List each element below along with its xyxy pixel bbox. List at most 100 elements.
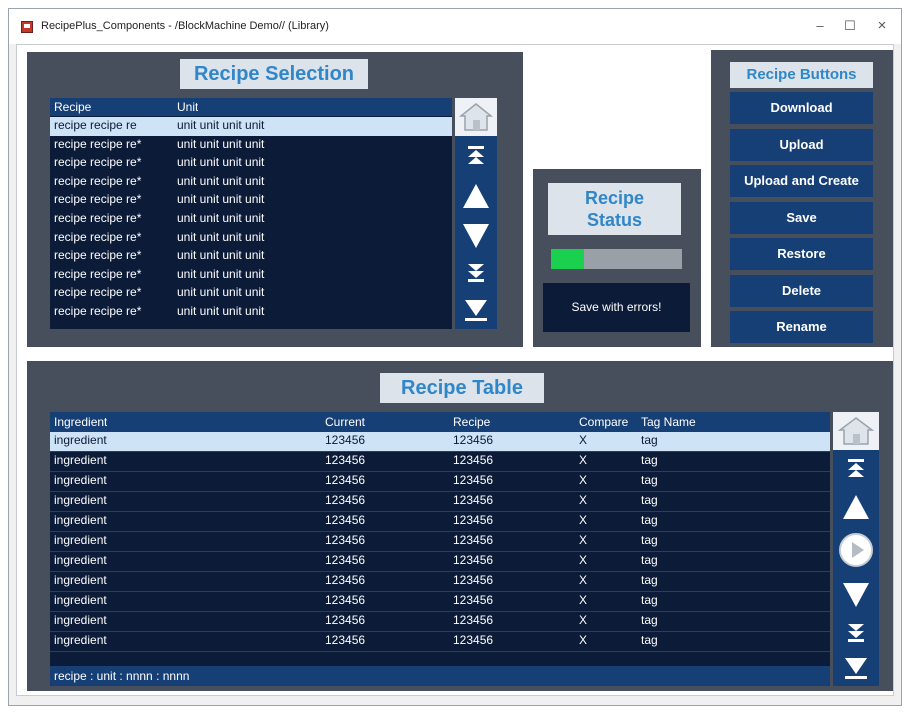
ingredient-cell: ingredient xyxy=(54,553,107,567)
tag-name-cell: tag xyxy=(641,613,658,627)
compare-cell: X xyxy=(579,453,588,467)
current-cell: 123456 xyxy=(325,473,366,487)
home-icon[interactable] xyxy=(455,98,497,136)
recipe-status-title-line1: Recipe xyxy=(584,188,645,208)
current-cell: 123456 xyxy=(325,553,366,567)
recipe-list-row[interactable]: recipe recipe re* unit unit unit unit xyxy=(50,136,452,155)
unit-cell: unit unit unit unit xyxy=(177,266,265,281)
recipe-list-row[interactable]: recipe recipe re* unit unit unit unit xyxy=(50,191,452,210)
recipe-value-cell: 123456 xyxy=(453,593,494,607)
rename-button[interactable]: Rename xyxy=(730,311,873,343)
tag-name-cell: tag xyxy=(641,473,658,487)
table-row[interactable]: ingredient 123456 123456 Xtag xyxy=(50,612,830,632)
maximize-button[interactable]: ☐ xyxy=(837,17,863,35)
table-row[interactable]: ingredient 123456 123456 Xtag xyxy=(50,452,830,472)
recipe-buttons-title: Recipe Buttons xyxy=(730,62,873,88)
table-row[interactable]: ingredient 123456 123456 Xtag xyxy=(50,572,830,592)
last-arrow-icon[interactable] xyxy=(833,652,879,684)
unit-cell: unit unit unit unit xyxy=(177,173,265,188)
double-up-arrow-icon[interactable] xyxy=(833,456,879,482)
double-down-arrow-icon[interactable] xyxy=(833,618,879,646)
column-header-unit[interactable]: Unit xyxy=(177,100,198,114)
table-row[interactable]: ingredient 123456 123456 Xtag xyxy=(50,592,830,612)
recipe-list-row[interactable]: recipe recipe re* unit unit unit unit xyxy=(50,266,452,285)
recipe-status-panel: Recipe Status Save with errors! xyxy=(533,169,701,347)
up-arrow-icon[interactable] xyxy=(833,488,879,526)
unit-cell: unit unit unit unit xyxy=(177,136,265,151)
recipe-status-title: Recipe Status xyxy=(548,183,681,235)
download-button[interactable]: Download xyxy=(730,92,873,124)
recipe-list-row[interactable]: recipe recipe re* unit unit unit unit xyxy=(50,173,452,192)
column-header-compare[interactable]: Compare xyxy=(579,415,628,429)
table-row[interactable]: ingredient 123456 123456 Xtag xyxy=(50,512,830,532)
recipe-list[interactable]: Recipe Unit recipe recipe re unit unit un… xyxy=(50,98,452,329)
column-header-ingredient[interactable]: Ingredient xyxy=(54,415,107,429)
column-header-recipe[interactable]: Recipe xyxy=(54,100,91,114)
double-up-arrow-icon[interactable] xyxy=(455,142,497,170)
ingredient-cell: ingredient xyxy=(54,633,107,647)
save-button[interactable]: Save xyxy=(730,202,873,234)
recipe-value-cell: 123456 xyxy=(453,553,494,567)
minimize-button[interactable]: – xyxy=(807,17,833,35)
recipe-value-cell: 123456 xyxy=(453,633,494,647)
ingredient-cell: ingredient xyxy=(54,573,107,587)
table-row[interactable]: ingredient 123456 123456 Xtag xyxy=(50,532,830,552)
column-header-tag-name[interactable]: Tag Name xyxy=(641,415,696,429)
recipe-cell: recipe recipe re* xyxy=(54,285,142,300)
recipe-progress-bar xyxy=(551,249,682,269)
compare-cell: X xyxy=(579,553,588,567)
ingredient-table-footer: recipe : unit : nnnn : nnnn xyxy=(50,666,830,686)
table-row[interactable]: ingredient 123456 123456 Xtag xyxy=(50,432,830,452)
recipe-cell: recipe recipe re* xyxy=(54,192,142,207)
table-row[interactable]: ingredient 123456 123456 Xtag xyxy=(50,632,830,652)
recipe-value-cell: 123456 xyxy=(453,613,494,627)
recipe-list-row[interactable]: recipe recipe re* unit unit unit unit xyxy=(50,284,452,303)
column-header-recipe[interactable]: Recipe xyxy=(453,415,490,429)
recipe-cell: recipe recipe re* xyxy=(54,304,142,318)
table-row[interactable]: ingredient 123456 123456 Xtag xyxy=(50,552,830,572)
recipe-list-row[interactable]: recipe recipe re* unit unit unit unit xyxy=(50,210,452,229)
compare-cell: X xyxy=(579,513,588,527)
app-window: RecipePlus_Components - /BlockMachine De… xyxy=(8,8,902,706)
window-title: RecipePlus_Components - /BlockMachine De… xyxy=(41,20,329,32)
last-arrow-icon[interactable] xyxy=(455,294,497,326)
recipe-list-row[interactable]: recipe recipe re* unit unit unit unit xyxy=(50,303,452,322)
ingredient-cell: ingredient xyxy=(54,533,107,547)
current-cell: 123456 xyxy=(325,633,366,647)
footer-text: recipe : unit : nnnn : nnnn xyxy=(54,669,190,683)
recipe-cell: recipe recipe re* xyxy=(54,211,142,225)
title-bar[interactable]: RecipePlus_Components - /BlockMachine De… xyxy=(9,9,901,44)
play-circle-icon[interactable] xyxy=(833,530,879,570)
recipe-list-row[interactable]: recipe recipe re* unit unit unit unit xyxy=(50,247,452,266)
compare-cell: X xyxy=(579,473,588,487)
recipe-list-row[interactable]: recipe recipe re* unit unit unit unit xyxy=(50,154,452,173)
recipe-list-row[interactable]: recipe recipe re* unit unit unit unit xyxy=(50,229,452,248)
ingredient-cell: ingredient xyxy=(54,593,107,607)
table-row[interactable]: ingredient 123456 123456 Xtag xyxy=(50,492,830,512)
close-button[interactable]: × xyxy=(869,17,895,35)
recipe-cell: recipe recipe re xyxy=(54,118,137,132)
unit-cell: unit unit unit unit xyxy=(177,304,265,318)
unit-cell: unit unit unit unit xyxy=(177,118,265,132)
tag-name-cell: tag xyxy=(641,593,658,607)
upload-and-create-button[interactable]: Upload and Create xyxy=(730,165,873,197)
unit-cell: unit unit unit unit xyxy=(177,211,265,225)
delete-button[interactable]: Delete xyxy=(730,275,873,307)
tag-name-cell: tag xyxy=(641,553,658,567)
column-header-current[interactable]: Current xyxy=(325,415,365,429)
recipe-cell: recipe recipe re* xyxy=(54,136,142,151)
table-row[interactable]: ingredient 123456 123456 Xtag xyxy=(50,472,830,492)
compare-cell: X xyxy=(579,573,588,587)
ingredient-table[interactable]: Ingredient Current Recipe Compare Tag Na… xyxy=(50,412,830,686)
recipe-list-nav xyxy=(455,98,497,329)
down-arrow-icon[interactable] xyxy=(455,218,497,254)
upload-button[interactable]: Upload xyxy=(730,129,873,161)
recipe-value-cell: 123456 xyxy=(453,473,494,487)
restore-button[interactable]: Restore xyxy=(730,238,873,270)
home-icon[interactable] xyxy=(833,412,879,450)
down-arrow-icon[interactable] xyxy=(833,576,879,614)
recipe-list-row[interactable]: recipe recipe re unit unit unit unit xyxy=(50,117,452,136)
double-down-arrow-icon[interactable] xyxy=(455,258,497,286)
ingredient-cell: ingredient xyxy=(54,613,107,627)
up-arrow-icon[interactable] xyxy=(455,178,497,214)
